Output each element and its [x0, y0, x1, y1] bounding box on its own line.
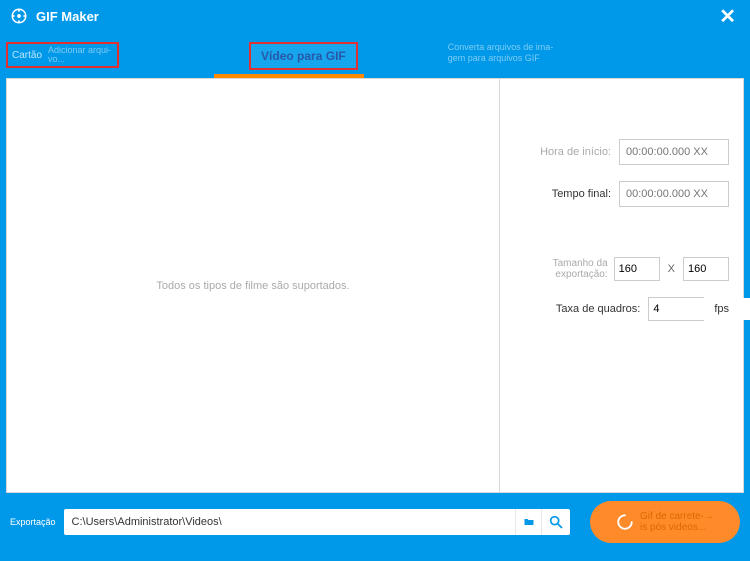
start-time-input[interactable]: [619, 139, 729, 165]
tab-cartao[interactable]: Cartão Adicionar arqui-vo...: [6, 42, 119, 68]
active-tab-underline: [214, 74, 364, 78]
end-time-row: Tempo final:: [514, 181, 729, 207]
fps-label: Taxa de quadros:: [514, 303, 648, 315]
search-icon: [548, 514, 564, 530]
height-input[interactable]: [683, 257, 729, 281]
export-path-group: [64, 509, 570, 535]
export-size-row: Tamanho da exportação: X: [514, 257, 729, 281]
fps-input[interactable]: [649, 298, 750, 320]
footer: Exportação Gif de carrete-→is pós videos…: [0, 493, 750, 551]
tab-image-gif-desc[interactable]: Converta arquivos de ima-gem para arquiv…: [448, 42, 554, 78]
tabs-row: Cartão Adicionar arqui-vo... Vídeo para …: [0, 32, 750, 78]
export-path-input[interactable]: [64, 509, 516, 535]
app-title: GIF Maker: [36, 9, 99, 24]
tab-video-label: Vídeo para GIF: [261, 49, 346, 63]
end-time-input[interactable]: [619, 181, 729, 207]
fps-stepper[interactable]: ▲ ▼: [648, 297, 704, 321]
browse-folder-button[interactable]: [516, 509, 542, 535]
start-time-label: Hora de início:: [514, 146, 619, 158]
titlebar: GIF Maker ✕: [0, 0, 750, 32]
drop-placeholder-text: Todos os tipos de filme são suportados.: [156, 280, 349, 292]
tab-cartao-label: Cartão: [12, 50, 42, 61]
width-input[interactable]: [614, 257, 660, 281]
start-time-row: Hora de início:: [514, 139, 729, 165]
tab-cartao-sub: Adicionar arqui-vo...: [48, 46, 111, 65]
export-button-text: Gif de carrete-→is pós videos...: [640, 511, 714, 534]
folder-icon: [522, 516, 536, 528]
loading-icon: [616, 513, 634, 531]
export-gif-button[interactable]: Gif de carrete-→is pós videos...: [590, 501, 740, 543]
size-separator: X: [668, 263, 675, 275]
open-folder-button[interactable]: [542, 509, 570, 535]
content-area: Todos os tipos de filme são suportados. …: [6, 78, 744, 493]
export-path-label: Exportação: [10, 517, 56, 527]
export-size-label: Tamanho da exportação:: [514, 258, 614, 280]
app-icon: [10, 7, 28, 25]
end-time-label: Tempo final:: [514, 188, 619, 200]
video-drop-area[interactable]: Todos os tipos de filme são suportados.: [7, 79, 500, 492]
tab-video-para-gif[interactable]: Vídeo para GIF: [249, 42, 358, 70]
settings-pane: Hora de início: Tempo final: Tamanho da …: [500, 79, 743, 492]
close-button[interactable]: ✕: [715, 4, 740, 29]
fps-row: Taxa de quadros: ▲ ▼ fps: [514, 297, 729, 321]
fps-unit: fps: [714, 303, 729, 315]
